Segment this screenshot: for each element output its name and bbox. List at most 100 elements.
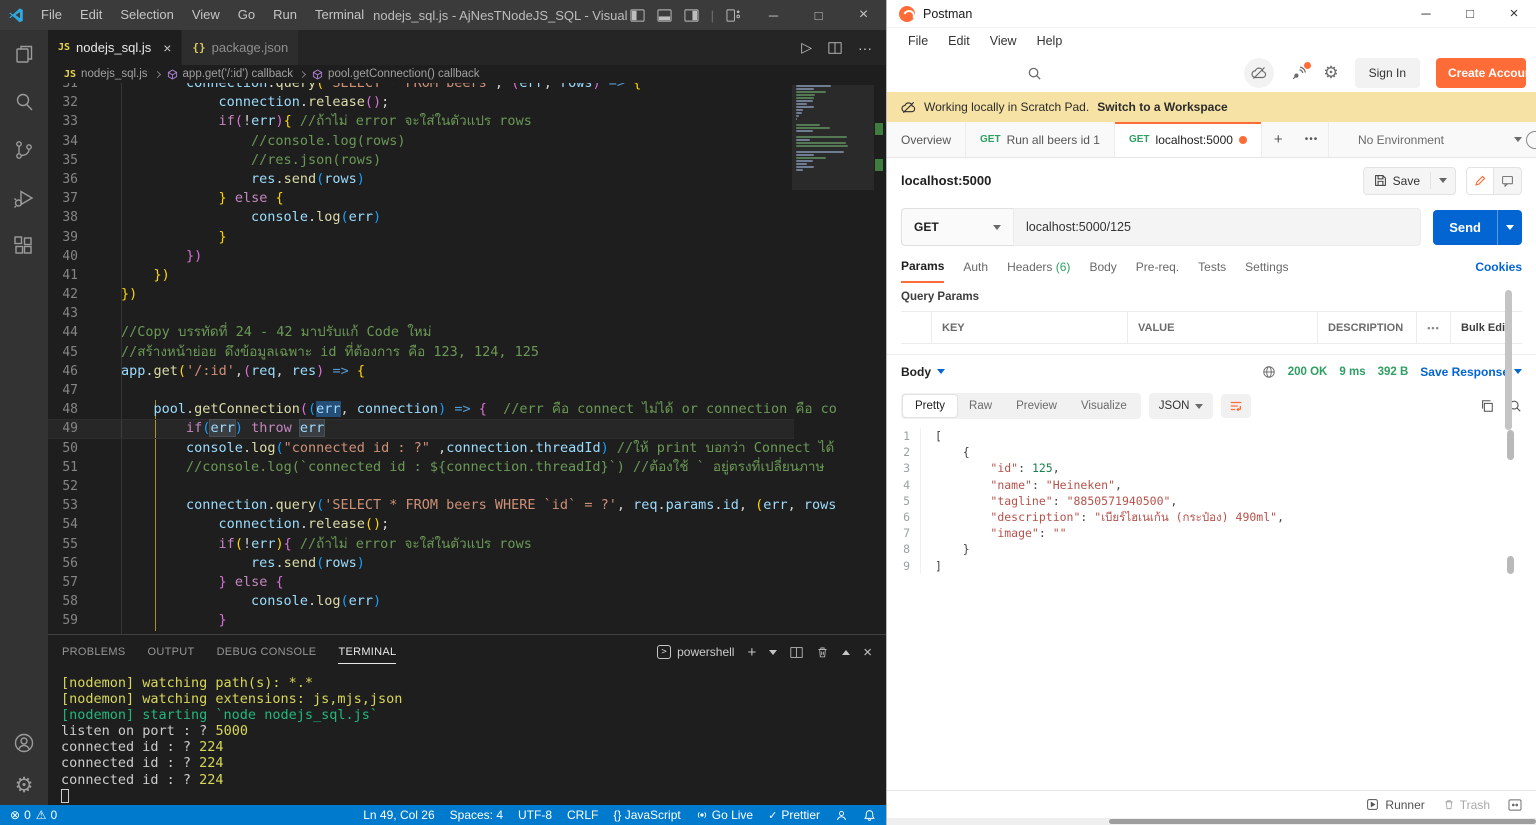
json-scrollbar-thumb[interactable] xyxy=(1507,430,1514,460)
editor-tab[interactable]: JSnodejs_sql.js× xyxy=(48,30,182,65)
split-terminal-icon[interactable] xyxy=(790,646,803,659)
run-file-icon[interactable]: ▷ xyxy=(801,39,812,56)
code-line[interactable]: 48 pool.getConnection((err, connection) … xyxy=(48,400,794,419)
code-line[interactable]: 45//สร้างหน้าย่อย ดึงข้อมูลเฉพาะ id ที่ต… xyxy=(48,343,794,362)
code-line[interactable]: 50 console.log("connected id : ?" ,conne… xyxy=(48,439,794,458)
panel-tab-debug-console[interactable]: DEBUG CONSOLE xyxy=(217,641,317,664)
cookies-link[interactable]: Cookies xyxy=(1475,260,1522,274)
code-line[interactable]: 49 if(err) throw err xyxy=(48,419,794,438)
req-tab-tests[interactable]: Tests xyxy=(1198,252,1226,282)
pm-search-icon[interactable] xyxy=(1027,66,1042,81)
pm-minimize-button[interactable]: ─ xyxy=(1404,0,1448,28)
new-tab-button[interactable]: + xyxy=(1262,122,1295,157)
editor-tab[interactable]: {}package.json xyxy=(182,30,299,65)
panel-grid-icon[interactable] xyxy=(1508,799,1522,811)
feedback-icon[interactable] xyxy=(835,809,848,822)
save-button[interactable]: Save xyxy=(1363,167,1456,195)
code-line[interactable]: 52 xyxy=(48,477,794,496)
network-globe-icon[interactable] xyxy=(1262,365,1276,379)
breadcrumb-item[interactable]: nodejs_sql.js xyxy=(81,68,147,80)
code-line[interactable]: 34 //console.log(rows) xyxy=(48,132,794,151)
extensions-icon[interactable] xyxy=(12,234,36,258)
search-icon[interactable] xyxy=(12,90,36,114)
menu-file[interactable]: File xyxy=(32,0,71,30)
format-selector[interactable]: JSON xyxy=(1149,393,1214,419)
status-utf-8[interactable]: UTF-8 xyxy=(518,808,552,822)
code-line[interactable]: 41 }) xyxy=(48,266,794,285)
menu-view[interactable]: View xyxy=(183,0,229,30)
pm-close-button[interactable]: × xyxy=(1492,0,1536,28)
status-go-live[interactable]: Go Live xyxy=(696,808,753,822)
toggle-panel-icon[interactable] xyxy=(657,8,672,23)
kill-terminal-icon[interactable] xyxy=(816,645,829,659)
pm-menu-help[interactable]: Help xyxy=(1028,34,1072,48)
method-selector[interactable]: GET xyxy=(901,208,1013,246)
horizontal-scrollbar[interactable] xyxy=(887,818,1536,825)
minimap-slider[interactable] xyxy=(792,85,874,190)
code-line[interactable]: 56 res.send(rows) xyxy=(48,554,794,573)
code-line[interactable]: 42}) xyxy=(48,285,794,304)
code-line[interactable]: 55 if(!err){ //ถ้าไม่ error จะใส่ในตัวแป… xyxy=(48,535,794,554)
select-all-column[interactable] xyxy=(901,312,931,343)
status-ln-49-col-26[interactable]: Ln 49, Col 26 xyxy=(363,808,434,822)
save-dropdown-icon[interactable] xyxy=(1430,172,1455,189)
maximize-panel-icon[interactable] xyxy=(842,650,850,655)
menu-selection[interactable]: Selection xyxy=(111,0,182,30)
req-tab-headers[interactable]: Headers (6) xyxy=(1007,252,1070,282)
trash-button[interactable]: Trash xyxy=(1443,798,1490,812)
view-pretty[interactable]: Pretty xyxy=(903,395,957,417)
explorer-icon[interactable] xyxy=(12,42,36,66)
response-body-selector[interactable]: Body xyxy=(901,365,945,379)
pm-menu-view[interactable]: View xyxy=(981,34,1026,48)
req-tab-settings[interactable]: Settings xyxy=(1245,252,1288,282)
settings-gear-icon[interactable]: ⚙ xyxy=(15,775,34,797)
code-line[interactable]: 54 connection.release(); xyxy=(48,515,794,534)
errors-indicator[interactable]: ⊗ 0 xyxy=(10,808,31,822)
menu-terminal[interactable]: Terminal xyxy=(306,0,373,30)
pm-menu-file[interactable]: File xyxy=(899,34,937,48)
status-prettier[interactable]: ✓Prettier xyxy=(768,808,820,822)
menu-go[interactable]: Go xyxy=(229,0,264,30)
code-line[interactable]: 53 connection.query('SELECT * FROM beers… xyxy=(48,496,794,515)
code-line[interactable]: 31 connection.query('SELECT * FROM beers… xyxy=(48,83,794,93)
minimap[interactable] xyxy=(796,85,870,172)
url-input[interactable]: localhost:5000/125 xyxy=(1013,208,1421,246)
pm-settings-gear-icon[interactable]: ⚙ xyxy=(1323,63,1338,83)
offline-cloud-icon[interactable] xyxy=(1244,58,1274,88)
code-line[interactable]: 44//Copy บรรทัดที่ 24 - 42 มาปรับแก้ Cod… xyxy=(48,323,794,342)
toggle-sidebar-icon[interactable] xyxy=(630,8,645,23)
runner-button[interactable]: Runner xyxy=(1366,798,1424,812)
split-editor-icon[interactable] xyxy=(828,41,842,55)
status-spaces-4[interactable]: Spaces: 4 xyxy=(450,808,503,822)
send-button[interactable]: Send xyxy=(1433,210,1497,245)
code-line[interactable]: 39 } xyxy=(48,228,794,247)
more-actions-icon[interactable]: ··· xyxy=(858,40,872,56)
menu-run[interactable]: Run xyxy=(264,0,306,30)
run-debug-icon[interactable] xyxy=(12,186,36,210)
copy-response-icon[interactable] xyxy=(1480,399,1494,413)
panel-tab-problems[interactable]: PROBLEMS xyxy=(62,641,126,664)
code-editor[interactable]: 31 connection.query('SELECT * FROM beers… xyxy=(48,83,886,634)
code-line[interactable]: 38 console.log(err) xyxy=(48,208,794,227)
new-terminal-icon[interactable]: + xyxy=(747,644,756,661)
create-account-button[interactable]: Create Account xyxy=(1436,58,1526,88)
wrap-lines-icon[interactable] xyxy=(1221,394,1251,418)
tab-options-icon[interactable]: ••• xyxy=(1295,122,1330,157)
view-preview[interactable]: Preview xyxy=(1004,395,1069,417)
breadcrumb-item[interactable]: pool.getConnection() callback xyxy=(328,68,480,80)
warnings-indicator[interactable]: ⚠ 0 xyxy=(36,808,57,822)
req-tab-params[interactable]: Params xyxy=(901,251,944,283)
pm-maximize-button[interactable]: □ xyxy=(1448,0,1492,28)
params-table[interactable]: KEY VALUE DESCRIPTION ••• Bulk Edit xyxy=(901,311,1522,344)
code-line[interactable]: 57 } else { xyxy=(48,573,794,592)
breadcrumb[interactable]: JSnodejs_sql.jsapp.get('/:id') callbackp… xyxy=(48,65,886,83)
view-visualize[interactable]: Visualize xyxy=(1069,395,1139,417)
request-tab[interactable]: GETRun all beers id 1 xyxy=(966,122,1115,157)
toggle-secondary-sidebar-icon[interactable] xyxy=(684,8,699,23)
panel-tab-output[interactable]: OUTPUT xyxy=(148,641,195,664)
status-crlf[interactable]: CRLF xyxy=(567,808,598,822)
code-line[interactable]: 58 console.log(err) xyxy=(48,592,794,611)
source-control-icon[interactable] xyxy=(12,138,36,162)
code-line[interactable]: 47 xyxy=(48,381,794,400)
section-scrollbar[interactable] xyxy=(1505,290,1512,430)
